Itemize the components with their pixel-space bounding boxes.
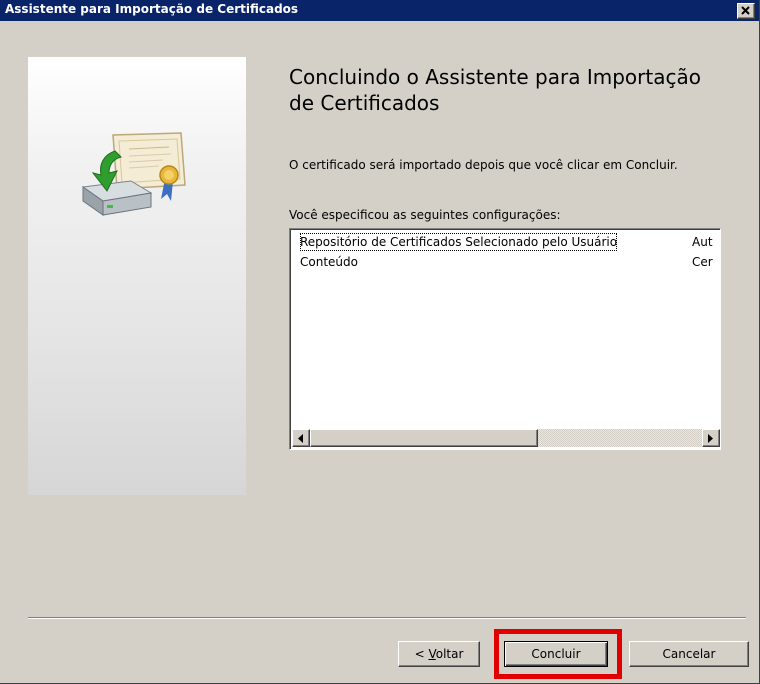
close-icon [741, 6, 750, 15]
finish-button[interactable]: Concluir [504, 641, 608, 667]
wizard-side-panel [28, 57, 246, 495]
footer-divider [28, 617, 746, 619]
back-button-label: oltar [435, 647, 464, 661]
description-text: O certificado será importado depois que … [289, 158, 678, 172]
certificate-import-icon [81, 132, 186, 216]
page-title: Concluindo o Assistente para Importação … [289, 65, 701, 115]
dialog-window: Assistente para Importação de Certificad… [0, 0, 760, 684]
setting-key: Repositório de Certificados Selecionado … [300, 233, 618, 251]
back-button-prefix: < [414, 647, 429, 661]
close-button[interactable] [737, 3, 755, 19]
list-item[interactable]: Conteúdo Cer [292, 253, 720, 271]
scroll-left-button[interactable] [292, 429, 310, 447]
window-title: Assistente para Importação de Certificad… [5, 2, 299, 16]
horizontal-scrollbar[interactable] [292, 429, 720, 447]
settings-label: Você especificou as seguintes configuraç… [289, 208, 561, 222]
scrollbar-thumb[interactable] [310, 429, 538, 447]
setting-key: Conteúdo [300, 255, 358, 269]
setting-value: Aut [692, 235, 713, 249]
settings-list-rows: Repositório de Certificados Selecionado … [292, 231, 720, 427]
back-button[interactable]: < Voltar [398, 641, 480, 667]
settings-list[interactable]: Repositório de Certificados Selecionado … [289, 228, 721, 450]
list-item[interactable]: Repositório de Certificados Selecionado … [292, 233, 720, 251]
arrow-right-icon [708, 434, 713, 443]
arrow-left-icon [298, 434, 303, 443]
title-bar[interactable]: Assistente para Importação de Certificad… [0, 0, 759, 21]
cancel-button[interactable]: Cancelar [629, 641, 749, 667]
back-button-mnemonic: V [428, 647, 436, 661]
setting-value: Cer [692, 255, 713, 269]
scroll-right-button[interactable] [702, 429, 720, 447]
